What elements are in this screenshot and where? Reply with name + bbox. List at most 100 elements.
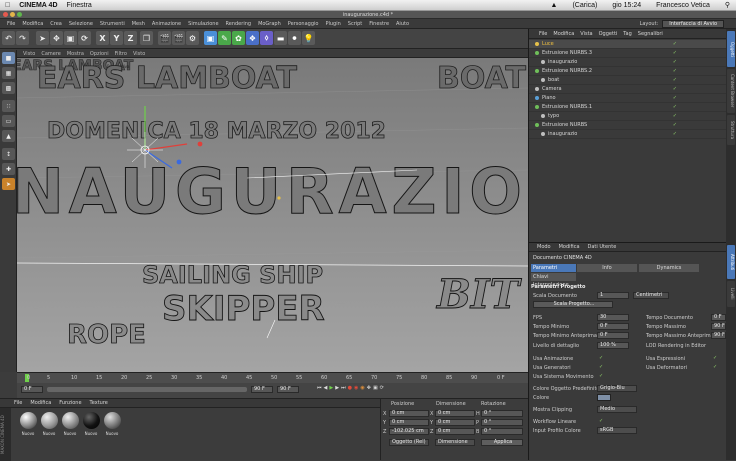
visibility-toggles[interactable]: ✓: [671, 68, 677, 74]
vp-menu-camere[interactable]: Camere: [41, 51, 61, 57]
timeline-range-slider[interactable]: [47, 387, 247, 392]
material-ball[interactable]: [83, 412, 100, 429]
size-x-field[interactable]: 0 cm: [435, 410, 475, 417]
visibility-toggles[interactable]: ✓: [671, 50, 677, 56]
size-mode-select[interactable]: Dimensione: [435, 439, 475, 446]
zoom-window-button[interactable]: [17, 12, 22, 17]
side-tab-content-browser[interactable]: Content Browser: [727, 69, 735, 113]
fps-field[interactable]: 30: [597, 314, 629, 321]
mat-menu-funzione[interactable]: Funzione: [59, 400, 81, 406]
layout-select[interactable]: Interfaccia di Avvio: [662, 19, 724, 28]
visibility-toggles[interactable]: ✓: [671, 41, 677, 47]
axis-y-button[interactable]: Y: [110, 31, 123, 45]
rotation-h-field[interactable]: 0 °: [481, 410, 523, 417]
tab-chiavi-interpolazione[interactable]: Chiavi Interpolazione: [531, 273, 576, 288]
attr-menu-modo[interactable]: Modo: [537, 244, 551, 250]
object-row[interactable]: Estrusione NURBS.1 ✓: [529, 103, 727, 112]
app-name[interactable]: CINEMA 4D: [19, 2, 57, 9]
start-frame-field[interactable]: 0 F: [21, 386, 43, 393]
side-tab-oggetti[interactable]: Oggetti: [727, 31, 735, 67]
usa-animazione-checkbox[interactable]: ✓: [599, 355, 603, 361]
end-frame-field-2[interactable]: 90 F: [277, 386, 299, 393]
mat-menu-file[interactable]: File: [14, 400, 22, 406]
menu-crea[interactable]: Crea: [50, 21, 62, 27]
menu-aiuto[interactable]: Aiuto: [396, 21, 409, 27]
obj-menu-file[interactable]: File: [539, 31, 547, 37]
object-row[interactable]: boat ✓: [529, 76, 727, 85]
texture-mode-icon[interactable]: ▦: [2, 67, 15, 79]
axis-mode-icon[interactable]: ↕: [2, 148, 15, 160]
battery-status[interactable]: (Carica): [572, 2, 597, 9]
tempo-minimo-anteprima-field[interactable]: 0 F: [597, 332, 629, 339]
vp-menu-opzioni[interactable]: Opzioni: [90, 51, 109, 57]
first-frame-icon[interactable]: ⏮: [317, 385, 322, 391]
apple-icon[interactable]: : [5, 2, 10, 9]
pen-spline-icon[interactable]: ✎: [218, 31, 231, 45]
render-settings-icon[interactable]: ⚙: [186, 31, 199, 45]
next-key-icon[interactable]: ▶: [335, 385, 339, 391]
usa-espressioni-checkbox[interactable]: ✓: [713, 355, 717, 361]
position-z-field[interactable]: -102.025 cm: [389, 428, 429, 435]
visibility-toggles[interactable]: ✓: [671, 77, 677, 83]
play-icon[interactable]: ▶: [329, 385, 333, 391]
obj-menu-segnalibri[interactable]: Segnalibri: [638, 31, 663, 37]
user-name[interactable]: Francesco Vetica: [656, 2, 710, 9]
visibility-toggles[interactable]: ✓: [671, 59, 677, 65]
tab-info[interactable]: Info: [577, 264, 637, 272]
material-ball[interactable]: [62, 412, 79, 429]
object-name[interactable]: Estrusione NURBS.2: [542, 68, 592, 74]
record-icon[interactable]: ●: [348, 385, 352, 391]
minimize-window-button[interactable]: [10, 12, 15, 17]
vp-menu-visto2[interactable]: Visto: [133, 51, 145, 57]
tempo-documento-field[interactable]: 0 F: [711, 314, 726, 321]
profilo-colore-select[interactable]: sRGB: [597, 427, 637, 434]
menu-simulazione[interactable]: Simulazione: [188, 21, 218, 27]
polygons-mode-icon[interactable]: ▲: [2, 130, 15, 142]
rotation-key-icon[interactable]: ⟳: [380, 385, 384, 391]
object-name[interactable]: Luce: [542, 41, 554, 47]
obj-menu-tag[interactable]: Tag: [623, 31, 631, 37]
object-row[interactable]: Estrusione NURBS.2 ✓: [529, 67, 727, 76]
rotation-p-field[interactable]: 0 °: [481, 419, 523, 426]
tempo-massimo-field[interactable]: 90 F: [711, 323, 726, 330]
enable-checkmark-icon[interactable]: ✓: [673, 50, 677, 56]
obj-menu-oggetti[interactable]: Oggetti: [599, 31, 618, 37]
object-row[interactable]: inaugurazio ✓: [529, 130, 727, 139]
visibility-toggles[interactable]: ✓: [671, 95, 677, 101]
coord-mode-select[interactable]: Oggetto (Rel): [389, 439, 429, 446]
undo-icon[interactable]: ↶: [2, 31, 15, 45]
enable-checkmark-icon[interactable]: ✓: [673, 131, 677, 137]
render-view-icon[interactable]: 🎬: [158, 31, 171, 45]
visibility-toggles[interactable]: ✓: [671, 122, 677, 128]
usa-generatori-checkbox[interactable]: ✓: [599, 364, 603, 370]
material-ball[interactable]: [104, 412, 121, 429]
redo-icon[interactable]: ↷: [16, 31, 29, 45]
autokey-icon[interactable]: ◉: [354, 385, 358, 391]
axis-x-button[interactable]: X: [96, 31, 109, 45]
menu-personaggio[interactable]: Personaggio: [288, 21, 319, 27]
mat-menu-texture[interactable]: Texture: [90, 400, 108, 406]
object-name[interactable]: Estrusione NURBS.3: [542, 50, 592, 56]
mac-menu-finestra[interactable]: Finestra: [67, 2, 92, 9]
obj-menu-vista[interactable]: Vista: [580, 31, 592, 37]
menu-plugin[interactable]: Plugin: [325, 21, 340, 27]
object-row[interactable]: Luce ✓: [529, 40, 727, 49]
workplane-icon[interactable]: ▩: [2, 82, 15, 94]
colore-predefinito-select[interactable]: Grigio-Blu: [597, 385, 637, 392]
side-tab-attributi[interactable]: Attributi: [727, 245, 735, 279]
attr-menu-modifica[interactable]: Modifica: [559, 244, 580, 250]
menu-mesh[interactable]: Mesh: [132, 21, 145, 27]
unit-select[interactable]: Centimetri: [633, 292, 669, 299]
keyframe-selection-icon[interactable]: ◉: [360, 385, 364, 391]
livello-dettaglio-field[interactable]: 100 %: [597, 342, 629, 349]
enable-checkmark-icon[interactable]: ✓: [673, 86, 677, 92]
colore-swatch[interactable]: [597, 394, 611, 401]
tempo-massimo-anteprima-field[interactable]: 90 F: [711, 332, 726, 339]
menu-animazione[interactable]: Animazione: [152, 21, 181, 27]
enable-checkmark-icon[interactable]: ✓: [673, 41, 677, 47]
object-row[interactable]: inaugurazio ✓: [529, 58, 727, 67]
obj-menu-modifica[interactable]: Modifica: [553, 31, 574, 37]
usa-deformatori-checkbox[interactable]: ✓: [713, 364, 717, 370]
clipping-select[interactable]: Medio: [597, 406, 637, 413]
position-key-icon[interactable]: ✥: [367, 385, 371, 391]
